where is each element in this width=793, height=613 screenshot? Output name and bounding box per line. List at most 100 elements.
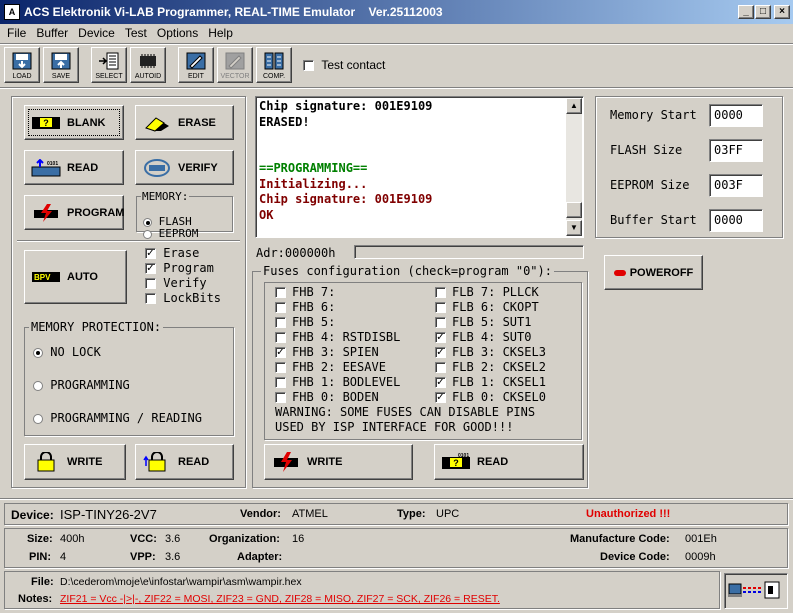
fuse-high-checkbox[interactable] xyxy=(275,377,286,388)
test-contact-option[interactable]: Test contact xyxy=(303,58,385,72)
erase-button[interactable]: ERASE xyxy=(135,105,234,140)
fuse-high-label: FHB 4: RSTDISBL xyxy=(292,330,401,344)
fuse-low-checkbox[interactable] xyxy=(435,302,446,313)
fuse-low-row[interactable]: FLB 7: PLLCK xyxy=(435,285,546,300)
menu-file[interactable]: File xyxy=(2,24,31,42)
fuse-low-checkbox[interactable] xyxy=(435,287,446,298)
verify-button[interactable]: VERIFY xyxy=(135,150,234,185)
fuse-high-label: FHB 2: EESAVE xyxy=(292,360,386,374)
fuse-high-label: FHB 0: BODEN xyxy=(292,390,379,404)
fuse-low-label: FLB 5: SUT1 xyxy=(452,315,532,329)
device-details xyxy=(4,528,788,568)
test-contact-checkbox[interactable] xyxy=(303,60,314,72)
compare-button[interactable]: COMP. xyxy=(256,47,292,83)
maximize-button[interactable]: □ xyxy=(755,5,771,19)
svg-text:?: ? xyxy=(43,118,49,128)
menu-buffer[interactable]: Buffer xyxy=(31,24,73,42)
minimize-button[interactable]: _ xyxy=(738,5,754,19)
fuse-high-row[interactable]: FHB 6: xyxy=(275,300,400,315)
autoid-button[interactable]: AUTOID xyxy=(130,47,166,83)
log-area[interactable]: Chip signature: 001E9109 ERASED! ==PROGRAM… xyxy=(255,96,584,238)
fuse-low-row[interactable]: ✓ FLB 3: CKSEL3 xyxy=(435,345,546,360)
blank-button[interactable]: ? BLANK xyxy=(24,105,124,140)
menu-options[interactable]: Options xyxy=(152,24,203,42)
fuse-high-row[interactable]: FHB 1: BODLEVEL xyxy=(275,375,400,390)
auto-program-option[interactable]: ✓ Program xyxy=(145,261,221,276)
auto-lockbits-option[interactable]: LockBits xyxy=(145,291,221,306)
fuse-high-checkbox[interactable] xyxy=(275,317,286,328)
fuse-low-checkbox[interactable]: ✓ xyxy=(435,332,446,343)
vcc-label: VCC: xyxy=(130,533,157,545)
fuses-read-button[interactable]: ? 0101 READ xyxy=(434,444,584,480)
fuse-high-row[interactable]: FHB 0: BODEN xyxy=(275,390,400,405)
protection-programming-reading-radio[interactable]: PROGRAMMING / READING xyxy=(33,411,202,425)
fuse-low-row[interactable]: ✓ FLB 1: CKSEL1 xyxy=(435,375,546,390)
fuse-low-row[interactable]: ✓ FLB 4: SUT0 xyxy=(435,330,546,345)
vector-button[interactable]: VECTOR xyxy=(217,47,253,83)
fuse-high-checkbox[interactable] xyxy=(275,392,286,403)
fuse-high-row[interactable]: FHB 7: xyxy=(275,285,400,300)
auto-verify-checkbox xyxy=(145,278,156,289)
fuse-high-row[interactable]: FHB 5: xyxy=(275,315,400,330)
fuse-high-checkbox[interactable] xyxy=(275,287,286,298)
memory-eeprom-radio[interactable]: EEPROM xyxy=(143,227,198,240)
fuse-low-row[interactable]: FLB 5: SUT1 xyxy=(435,315,546,330)
connection-icon xyxy=(728,581,780,599)
lock-read-icon xyxy=(142,452,172,472)
close-button[interactable]: × xyxy=(774,5,790,19)
menu-device[interactable]: Device xyxy=(73,24,120,42)
fuse-high-row[interactable]: ✓ FHB 3: SPIEN xyxy=(275,345,400,360)
fuse-low-checkbox[interactable] xyxy=(435,317,446,328)
fuse-low-row[interactable]: ✓ FLB 0: CKSEL0 xyxy=(435,390,546,405)
fuse-high-row[interactable]: FHB 2: EESAVE xyxy=(275,360,400,375)
fuse-low-column: FLB 7: PLLCK FLB 6: CKOPT FLB 5: SUT1 ✓ FLB … xyxy=(435,285,546,405)
flash-size-field[interactable]: 03FF xyxy=(709,139,763,162)
fuse-low-row[interactable]: FLB 2: CKSEL2 xyxy=(435,360,546,375)
compare-icon xyxy=(264,52,284,70)
protection-nolock-radio[interactable]: NO LOCK xyxy=(33,345,101,359)
auto-erase-option[interactable]: ✓ Erase xyxy=(145,246,221,261)
protection-write-button[interactable]: WRITE xyxy=(24,444,126,480)
load-button[interactable]: LOAD xyxy=(4,47,40,83)
fuse-high-row[interactable]: FHB 4: RSTDISBL xyxy=(275,330,400,345)
fuse-low-checkbox[interactable]: ✓ xyxy=(435,392,446,403)
protection-programming-radio[interactable]: PROGRAMMING xyxy=(33,378,130,392)
auto-lockbits-checkbox xyxy=(145,293,156,304)
select-button[interactable]: SELECT xyxy=(91,47,127,83)
save-button[interactable]: SAVE xyxy=(43,47,79,83)
fuse-high-checkbox[interactable] xyxy=(275,362,286,373)
menu-test[interactable]: Test xyxy=(120,24,152,42)
edit-button[interactable]: EDIT xyxy=(178,47,214,83)
fuse-low-row[interactable]: FLB 6: CKOPT xyxy=(435,300,546,315)
buffer-start-field[interactable]: 0000 xyxy=(709,209,763,232)
type-value: UPC xyxy=(436,508,460,520)
log-scrollbar[interactable]: ▲ ▼ xyxy=(566,98,582,236)
program-button[interactable]: PROGRAM xyxy=(24,195,124,230)
read-button[interactable]: 0101 READ xyxy=(24,150,124,185)
poweroff-button[interactable]: POWEROFF xyxy=(604,255,703,290)
title-bar: A ACS Elektronik Vi-LAB Programmer, REAL… xyxy=(0,0,793,24)
log-line: ERASED! xyxy=(259,114,310,129)
fuse-high-checkbox[interactable]: ✓ xyxy=(275,347,286,358)
eraser-icon xyxy=(142,113,172,133)
scroll-up-arrow[interactable]: ▲ xyxy=(566,98,582,114)
memory-start-field[interactable]: 0000 xyxy=(709,104,763,127)
fuse-low-checkbox[interactable]: ✓ xyxy=(435,347,446,358)
protection-read-button[interactable]: READ xyxy=(135,444,234,480)
svg-text:0101: 0101 xyxy=(47,161,58,167)
fuse-low-checkbox[interactable] xyxy=(435,362,446,373)
menu-help[interactable]: Help xyxy=(203,24,238,42)
fuse-high-checkbox[interactable] xyxy=(275,302,286,313)
auto-verify-option[interactable]: Verify xyxy=(145,276,221,291)
eeprom-size-field[interactable]: 003F xyxy=(709,174,763,197)
scroll-down-arrow[interactable]: ▼ xyxy=(566,220,582,236)
buffer-start-label: Buffer Start xyxy=(610,213,697,227)
fuses-write-button[interactable]: WRITE xyxy=(264,444,413,480)
log-line: Initializing... xyxy=(259,176,368,191)
fuse-high-checkbox[interactable] xyxy=(275,332,286,343)
scroll-thumb[interactable] xyxy=(566,202,582,218)
auto-button[interactable]: BPV AUTO xyxy=(24,250,127,304)
fuse-high-column: FHB 7: FHB 6: FHB 5: FHB 4: RSTDISBL ✓ FHB 3:… xyxy=(275,285,400,405)
fuse-low-checkbox[interactable]: ✓ xyxy=(435,377,446,388)
